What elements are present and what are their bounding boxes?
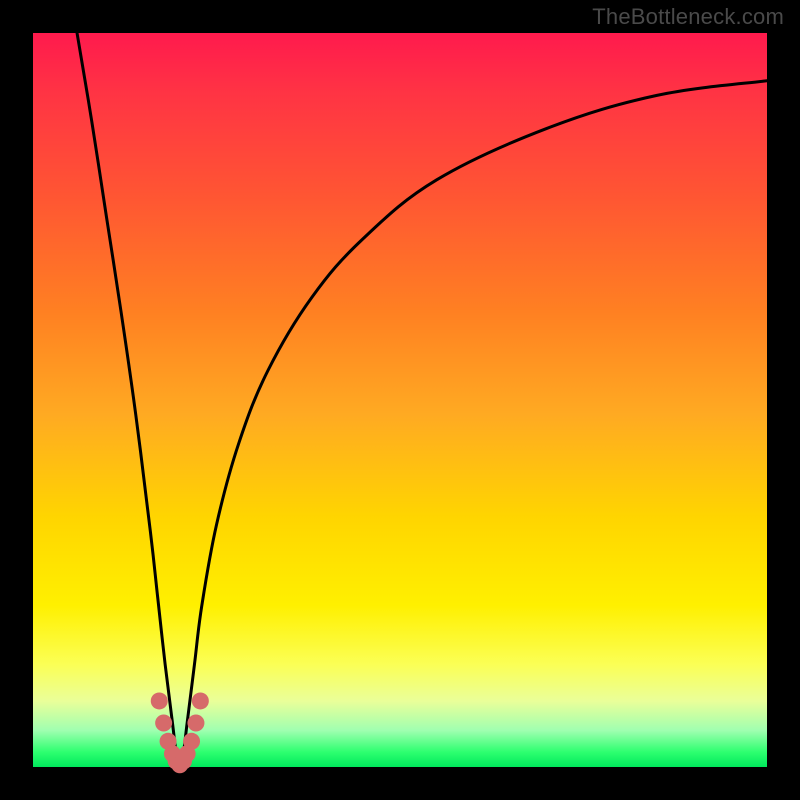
curve-layer bbox=[0, 0, 800, 800]
watermark-text: TheBottleneck.com bbox=[592, 4, 784, 30]
trough-point bbox=[151, 692, 168, 709]
trough-point bbox=[192, 692, 209, 709]
trough-point bbox=[155, 714, 172, 731]
bottleneck-curve bbox=[77, 33, 767, 767]
trough-point bbox=[183, 733, 200, 750]
trough-point bbox=[187, 714, 204, 731]
chart-frame: TheBottleneck.com bbox=[0, 0, 800, 800]
